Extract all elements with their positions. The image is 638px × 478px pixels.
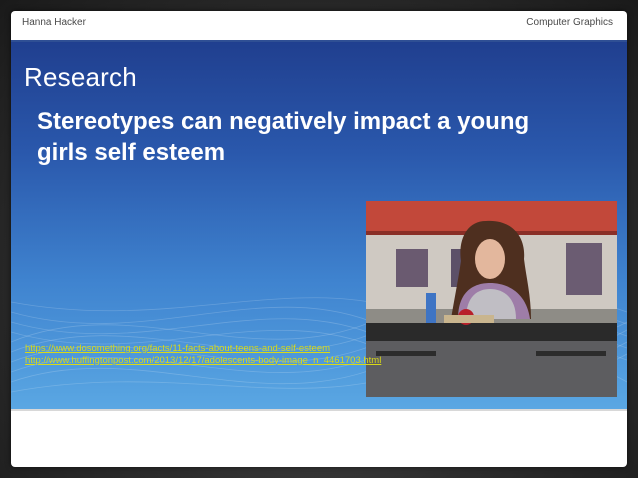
reference-link[interactable]: https://www.dosomething.org/facts/11-fac…: [25, 343, 405, 355]
footer-divider: [11, 409, 627, 411]
slide-subtitle: Stereotypes can negatively impact a youn…: [37, 108, 530, 166]
slide-header: Hanna Hacker Computer Graphics: [11, 11, 627, 33]
course-label: Computer Graphics: [526, 17, 613, 28]
girl-cafeteria-photo: [366, 201, 617, 397]
presentation-frame: Hanna Hacker Computer Graphics Research …: [0, 0, 638, 478]
reference-link[interactable]: http://www.huffingtonpost.com/2013/12/17…: [25, 355, 405, 367]
author-label: Hanna Hacker: [22, 17, 86, 28]
slide-title: Research: [24, 62, 137, 92]
slide: Hanna Hacker Computer Graphics Research …: [11, 11, 627, 467]
reference-links: https://www.dosomething.org/facts/11-fac…: [25, 343, 405, 366]
